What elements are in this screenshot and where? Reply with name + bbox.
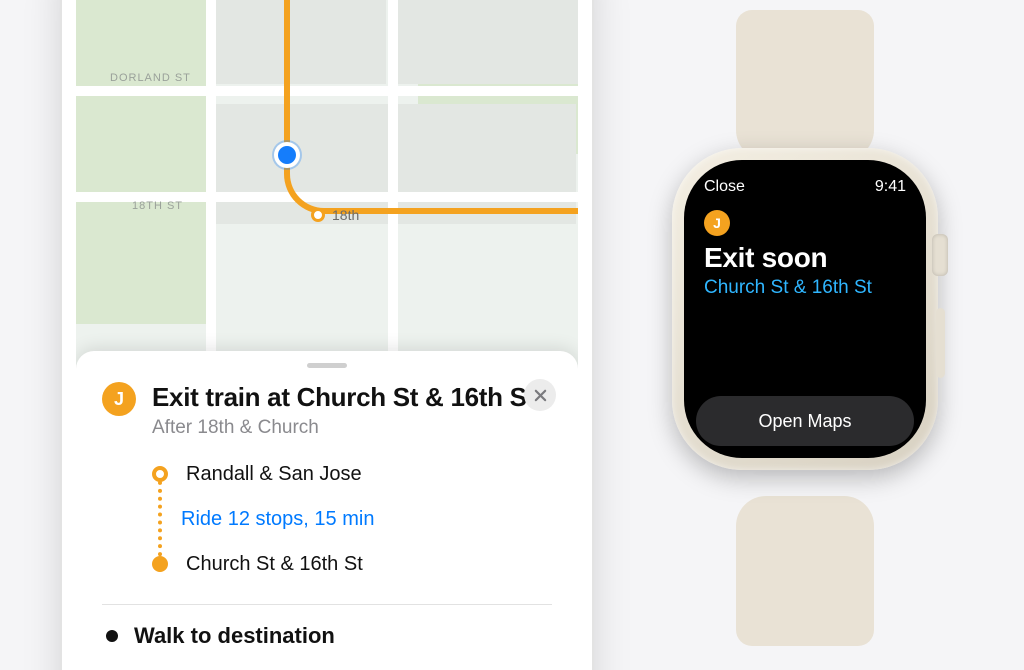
watch-title: Exit soon bbox=[704, 242, 906, 274]
step-subtitle: After 18th & Church bbox=[152, 417, 552, 439]
user-location-dot bbox=[278, 146, 296, 164]
transit-stop-label: 18th bbox=[332, 207, 359, 223]
stop-node-end-icon bbox=[152, 556, 168, 572]
next-step-row[interactable]: Walk to destination bbox=[102, 623, 552, 649]
close-button[interactable] bbox=[524, 379, 556, 411]
list-item[interactable]: Ride 12 stops, 15 min bbox=[152, 508, 552, 531]
watch-case: Close 9:41 J Exit soon Church St & 16th … bbox=[672, 148, 938, 470]
iphone-screen: DORLAND ST 18TH ST 18th J bbox=[76, 0, 578, 670]
close-icon bbox=[534, 389, 547, 402]
street-label-dorland: DORLAND ST bbox=[110, 72, 191, 84]
stop-list: Randall & San Jose Ride 12 stops, 15 min… bbox=[152, 463, 552, 582]
apple-watch-device: Close 9:41 J Exit soon Church St & 16th … bbox=[632, 108, 972, 548]
ride-summary[interactable]: Ride 12 stops, 15 min bbox=[181, 508, 374, 531]
open-maps-button[interactable]: Open Maps bbox=[696, 396, 914, 446]
watch-band bbox=[736, 10, 874, 160]
transit-line-badge: J bbox=[704, 210, 730, 236]
step-title: Exit train at Church St & 16th St bbox=[152, 382, 552, 413]
digital-crown[interactable] bbox=[932, 234, 948, 276]
divider bbox=[102, 604, 552, 605]
stop-start-label: Randall & San Jose bbox=[186, 463, 362, 486]
sheet-grabber[interactable] bbox=[307, 363, 347, 368]
transit-line-badge: J bbox=[102, 382, 136, 416]
watch-band bbox=[736, 496, 874, 646]
walk-icon bbox=[106, 630, 118, 642]
watch-screen: Close 9:41 J Exit soon Church St & 16th … bbox=[684, 160, 926, 458]
list-item: Randall & San Jose bbox=[152, 463, 552, 486]
watch-side-button[interactable] bbox=[936, 308, 945, 378]
watch-subtitle: Church St & 16th St bbox=[704, 276, 906, 300]
directions-sheet[interactable]: J Exit train at Church St & 16th St Afte… bbox=[76, 351, 578, 670]
stop-node-mid-icon bbox=[157, 516, 163, 522]
transit-route-line bbox=[284, 0, 324, 214]
iphone-device: DORLAND ST 18TH ST 18th J bbox=[62, 0, 592, 670]
stop-end-label: Church St & 16th St bbox=[186, 553, 363, 576]
transit-stop-dot bbox=[311, 208, 325, 222]
watch-close-button[interactable]: Close bbox=[704, 178, 745, 196]
stop-node-start-icon bbox=[152, 466, 168, 482]
next-step-label: Walk to destination bbox=[134, 623, 335, 649]
watch-time: 9:41 bbox=[875, 178, 906, 196]
street-label-18th: 18TH ST bbox=[132, 200, 183, 212]
list-item: Church St & 16th St bbox=[152, 553, 552, 576]
